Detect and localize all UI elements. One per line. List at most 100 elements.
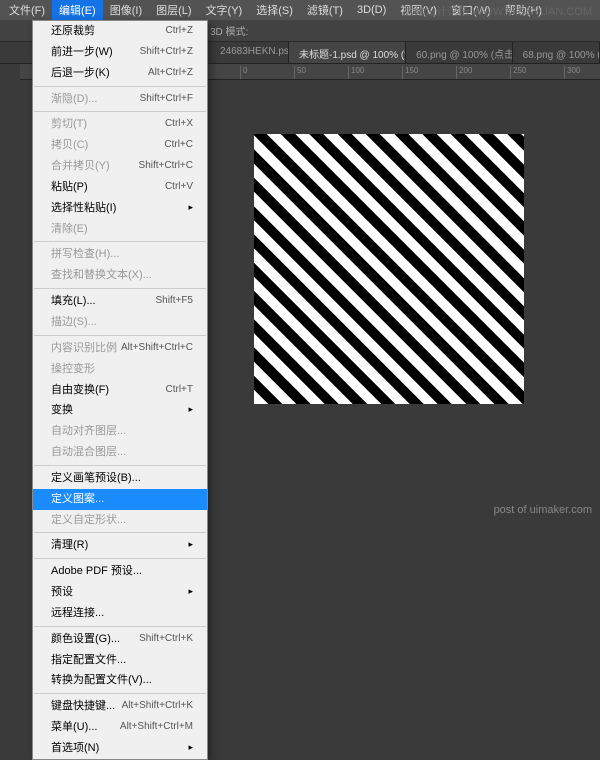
menu-item-shortcut: Shift+Ctrl+C [139, 159, 193, 174]
menu-separator [34, 626, 206, 627]
ruler-tick: 100 [348, 66, 364, 80]
document-tab[interactable]: 68.png @ 100% (此处 [513, 42, 600, 63]
menu-item[interactable]: 前进一步(W)Shift+Ctrl+Z [33, 42, 207, 63]
menu-separator [34, 241, 206, 242]
menu-item-shortcut: Ctrl+Z [166, 24, 194, 39]
menu-item: 拷贝(C) Ctrl+C [33, 135, 207, 156]
menu-item-label: 转换为配置文件(V)... [51, 673, 152, 688]
edit-menu-dropdown: 还原裁剪 Ctrl+Z 前进一步(W)Shift+Ctrl+Z 后退一步(K) Alt+… [32, 20, 208, 760]
menu-separator [34, 86, 206, 87]
menu-item-label: 菜单(U)... [51, 720, 97, 735]
menu-item[interactable]: 定义图案... [33, 489, 207, 510]
mode-label: 3D 模式: [210, 23, 248, 38]
menu-item-label: 查找和替换文本(X)... [51, 268, 152, 283]
menu-item-label: 首选项(N) [51, 741, 99, 756]
ruler-tick: 150 [402, 66, 418, 80]
ruler-tick: 200 [456, 66, 472, 80]
menu-item-label: 变换 [51, 403, 73, 418]
ruler-tick: 300 [564, 66, 580, 80]
menu-item[interactable]: Adobe PDF 预设... [33, 561, 207, 582]
menu-item-label: 清理(R) [51, 538, 88, 553]
watermark-top: 思缘设计论坛 WWW.MISSYUAN.COM [403, 3, 592, 19]
menu-f[interactable]: 文件(F) [2, 0, 52, 20]
menu-item-label: 清除(E) [51, 222, 88, 237]
menu-item-shortcut: Ctrl+V [165, 180, 193, 195]
menu-item-label: 颜色设置(G)... [51, 632, 120, 647]
menu-item[interactable]: 选择性粘贴(I) [33, 198, 207, 219]
menu-item: 查找和替换文本(X)... [33, 265, 207, 286]
menu-item[interactable]: 首选项(N) [33, 738, 207, 759]
menu-item-shortcut: Ctrl+X [165, 117, 193, 132]
menu-item-label: 拷贝(C) [51, 138, 88, 153]
menu-item-shortcut: Alt+Shift+Ctrl+C [121, 341, 193, 356]
menu-separator [34, 532, 206, 533]
menu-item[interactable]: 定义画笔预设(B)... [33, 468, 207, 489]
menu-item-label: 粘贴(P) [51, 180, 88, 195]
menu-item-label: 远程连接... [51, 606, 104, 621]
menu-item: 操控变形 [33, 359, 207, 380]
menu-item[interactable]: 转换为配置文件(V)... [33, 670, 207, 691]
menu-item-label: 预设 [51, 585, 73, 600]
menu-item-label: 后退一步(K) [51, 66, 110, 81]
menu-item-label: 填充(L)... [51, 294, 96, 309]
menu-item-label: 定义画笔预设(B)... [51, 471, 141, 486]
menu-item: 剪切(T) Ctrl+X [33, 114, 207, 135]
menu-item: 清除(E) [33, 219, 207, 240]
menu-item-shortcut: Alt+Ctrl+Z [148, 66, 193, 81]
menu-item-label: 描边(S)... [51, 315, 97, 330]
menu-item[interactable]: 菜单(U)... Alt+Shift+Ctrl+M [33, 717, 207, 738]
menu-item: 描边(S)... [33, 312, 207, 333]
menu-item-label: 自动对齐图层... [51, 424, 126, 439]
menu-item-label: 操控变形 [51, 362, 95, 377]
menu-item-shortcut: Shift+Ctrl+F [140, 92, 193, 107]
menu-item-label: 还原裁剪 [51, 24, 95, 39]
menu-item-label: 自动混合图层... [51, 445, 126, 460]
menu-item[interactable]: 粘贴(P) Ctrl+V [33, 177, 207, 198]
menu-item[interactable]: 键盘快捷键... Alt+Shift+Ctrl+K [33, 696, 207, 717]
menu-item-label: 自由变换(F) [51, 383, 109, 398]
menu-separator [34, 335, 206, 336]
menu-item[interactable]: 填充(L)... Shift+F5 [33, 291, 207, 312]
menu-item-shortcut: Ctrl+C [164, 138, 193, 153]
menu-item[interactable]: 还原裁剪 Ctrl+Z [33, 21, 207, 42]
menu-item-shortcut: Ctrl+T [166, 383, 194, 398]
menu-item-label: 拼写检查(H)... [51, 247, 119, 262]
document-tab[interactable]: 未标题-1.psd @ 100% (矩形 1... [289, 42, 406, 63]
menu-item-shortcut: Alt+Shift+Ctrl+K [122, 699, 193, 714]
menu-separator [34, 288, 206, 289]
menu-item[interactable]: 远程连接... [33, 603, 207, 624]
menu-item[interactable]: 清理(R) [33, 535, 207, 556]
menu-item[interactable]: 变换 [33, 400, 207, 421]
menu-item-label: 内容识别比例 [51, 341, 117, 356]
menu-y[interactable]: 文字(Y) [199, 0, 250, 20]
menu-item[interactable]: 自由变换(F) Ctrl+T [33, 380, 207, 401]
ruler-tick: 0 [240, 66, 247, 80]
menu-e[interactable]: 编辑(E) [52, 0, 103, 20]
menu-item[interactable]: 预设 [33, 582, 207, 603]
menu-i[interactable]: 图像(I) [103, 0, 149, 20]
menu-item-label: 剪切(T) [51, 117, 87, 132]
menu-item-shortcut: Alt+Shift+Ctrl+M [120, 720, 193, 735]
document-tab[interactable]: 24683HEKN.psd ... [210, 42, 289, 63]
menu-separator [34, 693, 206, 694]
menu-item-label: 键盘快捷键... [51, 699, 115, 714]
menu-item: 拼写检查(H)... [33, 244, 207, 265]
menu-item[interactable]: 指定配置文件... [33, 650, 207, 671]
menu-item: 自动混合图层... [33, 442, 207, 463]
menu-s[interactable]: 选择(S) [249, 0, 300, 20]
document-tab[interactable]: 60.png @ 100% (点击这个... [406, 42, 513, 63]
menu-item: 自动对齐图层... [33, 421, 207, 442]
canvas-content-stripes[interactable] [254, 134, 524, 404]
menu-item-label: 选择性粘贴(I) [51, 201, 116, 216]
menu-separator [34, 111, 206, 112]
menu-dd[interactable]: 3D(D) [350, 2, 393, 18]
menu-item-label: 前进一步(W) [51, 45, 113, 60]
menu-separator [34, 465, 206, 466]
menu-item[interactable]: 后退一步(K) Alt+Ctrl+Z [33, 63, 207, 84]
menu-t[interactable]: 滤镜(T) [300, 0, 350, 20]
menu-item-label: 指定配置文件... [51, 653, 126, 668]
menu-item[interactable]: 颜色设置(G)...Shift+Ctrl+K [33, 629, 207, 650]
menu-l[interactable]: 图层(L) [149, 0, 198, 20]
menu-item-shortcut: Shift+F5 [155, 294, 193, 309]
menu-item: 合并拷贝(Y)Shift+Ctrl+C [33, 156, 207, 177]
